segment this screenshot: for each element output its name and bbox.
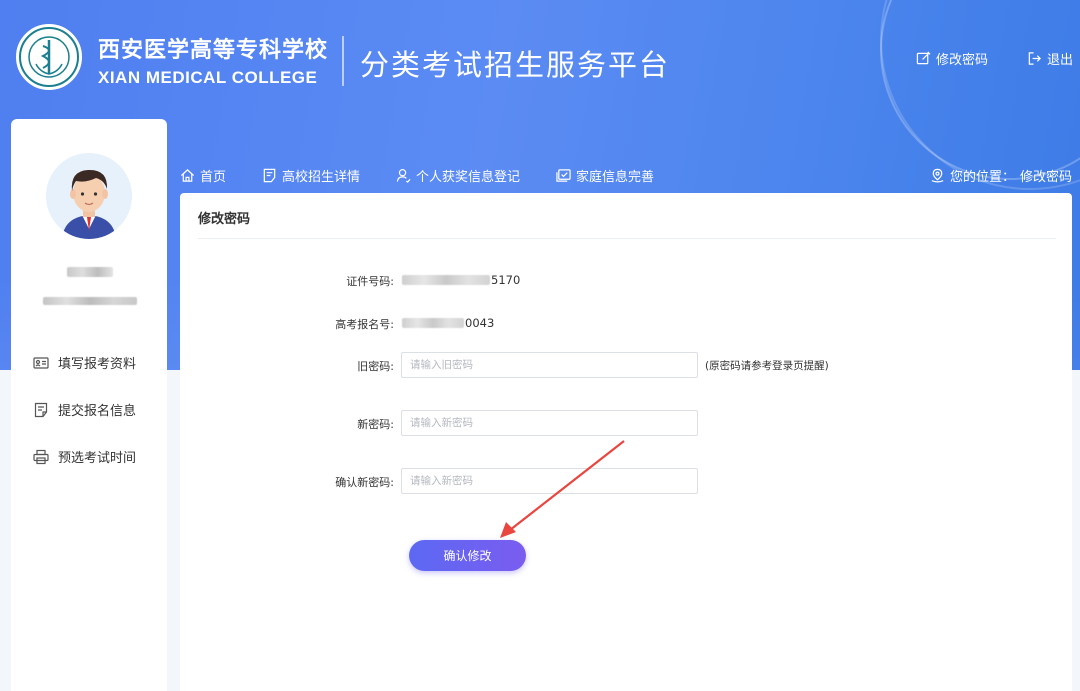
location-pin-icon [931, 168, 944, 183]
confirm-password-input[interactable] [401, 468, 698, 494]
nav-item-label: 家庭信息完善 [576, 169, 655, 185]
new-password-input[interactable] [401, 410, 698, 436]
document-icon [34, 402, 48, 417]
sidebar: 填写报考资料 提交报名信息 预选考试时间 [11, 119, 167, 691]
user-name-redacted [67, 267, 113, 277]
old-password-input[interactable] [401, 352, 698, 378]
change-password-link[interactable]: 修改密码 [916, 49, 988, 68]
id-number-label: 证件号码: [346, 275, 394, 288]
confirm-password-label: 确认新密码: [335, 476, 394, 489]
nav-item-family-info[interactable]: 家庭信息完善 [556, 166, 654, 185]
user-id-redacted [43, 297, 137, 305]
logout-label: 退出 [1047, 53, 1074, 68]
new-password-label: 新密码: [357, 418, 394, 431]
id-card-icon [33, 356, 49, 369]
edit-icon [916, 51, 931, 65]
avatar [46, 153, 132, 239]
exam-number-label: 高考报名号: [335, 318, 394, 331]
panel-divider [198, 238, 1056, 239]
breadcrumb: 您的位置： 修改密码 [930, 166, 1072, 185]
exam-number-value: 0043 [402, 316, 494, 330]
old-password-label: 旧密码: [357, 360, 394, 373]
checklist-icon [556, 168, 571, 182]
panel-title: 修改密码 [198, 212, 251, 227]
change-password-label: 修改密码 [936, 53, 989, 68]
platform-title: 分类考试招生服务平台 [360, 48, 671, 82]
school-name-en: XIAN MEDICAL COLLEGE [98, 68, 318, 87]
school-name-cn: 西安医学高等专科学校 [98, 38, 329, 63]
id-number-suffix: 5170 [491, 273, 521, 287]
logout-icon [1028, 52, 1041, 65]
nav-item-home[interactable]: 首页 [180, 166, 226, 185]
change-password-panel: 修改密码 证件号码: 5170 高考报名号: 0043 旧密码: (原密码请参考… [180, 193, 1072, 691]
sidebar-item-label: 填写报考资料 [58, 357, 137, 372]
exam-number-suffix: 0043 [465, 316, 495, 330]
user-icon [396, 168, 411, 183]
printer-icon [33, 449, 49, 464]
sidebar-item-fill-info[interactable]: 填写报考资料 [33, 353, 136, 372]
main-nav: 首页 高校招生详情 个人获奖信息登记 家庭信息完善 [180, 164, 690, 186]
id-number-redacted [402, 275, 490, 285]
header-divider [342, 36, 344, 86]
sidebar-item-label: 预选考试时间 [58, 451, 137, 466]
sidebar-item-exam-time[interactable]: 预选考试时间 [33, 447, 136, 466]
sidebar-item-submit-info[interactable]: 提交报名信息 [33, 400, 136, 419]
notebook-icon [263, 168, 276, 182]
nav-item-award-register[interactable]: 个人获奖信息登记 [396, 166, 520, 185]
nav-item-label: 个人获奖信息登记 [416, 169, 521, 185]
confirm-change-button[interactable]: 确认修改 [409, 540, 526, 571]
breadcrumb-current: 修改密码 [1019, 170, 1072, 185]
nav-item-admission-detail[interactable]: 高校招生详情 [262, 166, 360, 185]
id-number-value: 5170 [402, 273, 520, 287]
home-icon [180, 168, 195, 182]
school-logo [16, 24, 82, 90]
sidebar-item-label: 提交报名信息 [58, 404, 137, 419]
old-password-hint: (原密码请参考登录页提醒) [705, 360, 829, 372]
exam-number-redacted [402, 318, 464, 328]
nav-item-label: 首页 [200, 169, 227, 185]
breadcrumb-label: 您的位置： [949, 170, 1015, 185]
logout-link[interactable]: 退出 [1027, 49, 1073, 68]
nav-item-label: 高校招生详情 [282, 169, 361, 185]
